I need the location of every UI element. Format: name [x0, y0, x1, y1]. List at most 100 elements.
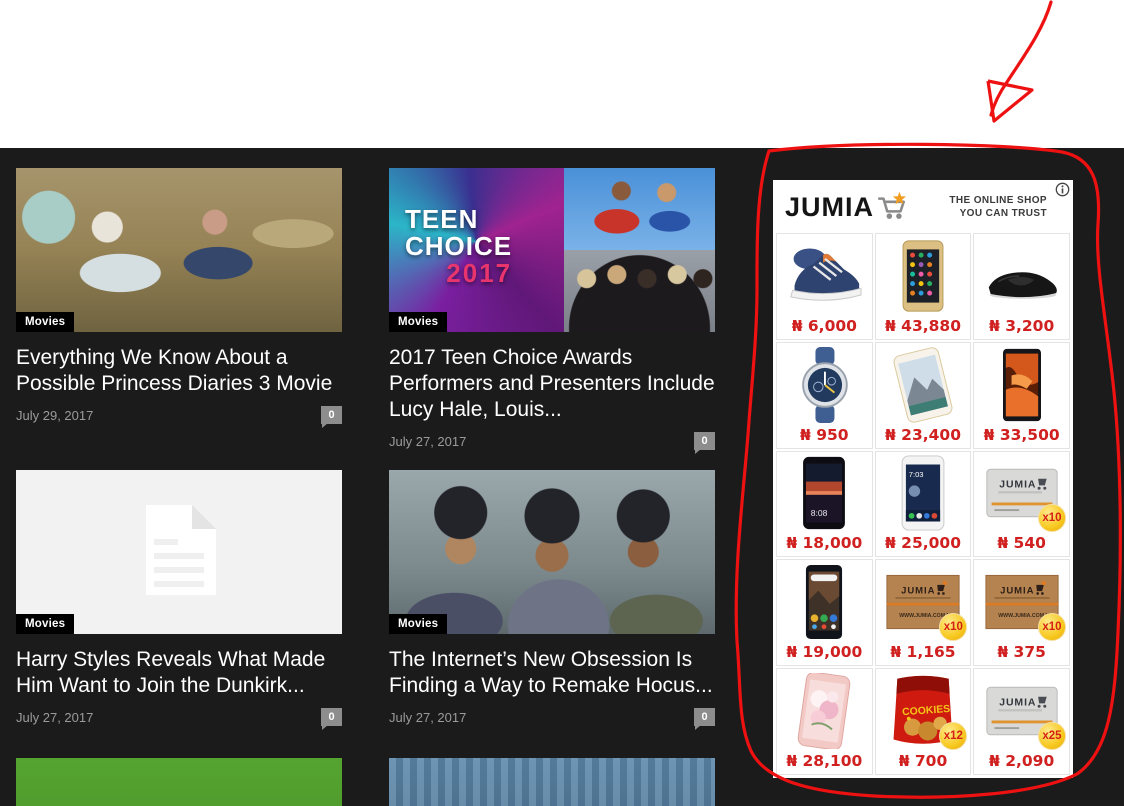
article-card[interactable]: Movies Harry Styles Reveals What Made Him… — [16, 470, 342, 726]
jumia-tagline: THE ONLINE SHOP YOU CAN TRUST — [949, 194, 1047, 220]
news-grid-section: Movies Everything We Know About a Possibl… — [0, 148, 1124, 806]
product-grid: ₦ 6,000 ₦ 43,880 ₦ 3,200 ₦ 950 ₦ 23,400 ₦ 33,… — [776, 233, 1070, 775]
article-card-partial[interactable] — [389, 758, 715, 806]
article-card[interactable]: Movies Everything We Know About a Possibl… — [16, 168, 342, 424]
article-title[interactable]: Everything We Know About a Possible Prin… — [16, 345, 342, 397]
overlay-line: CHOICE — [405, 233, 512, 260]
article-date: July 29, 2017 — [16, 408, 93, 423]
product-price: ₦ 18,000 — [786, 533, 862, 553]
page: Movies Everything We Know About a Possibl… — [0, 0, 1124, 806]
photo-bottom — [564, 250, 715, 332]
teen-choice-title-text: TEENCHOICE2017 — [405, 206, 512, 287]
quantity-badge: x25 — [1038, 722, 1066, 750]
jumia-logo: JUMIA — [785, 190, 909, 225]
product-price: ₦ 28,100 — [786, 751, 862, 771]
category-badge[interactable]: Movies — [16, 614, 74, 634]
article-card[interactable]: TEENCHOICE2017 Movies 2017 Teen Choice Awa… — [389, 168, 715, 450]
svg-text:JUMIA: JUMIA — [999, 697, 1036, 708]
product-cell[interactable]: ₦ 28,100 — [776, 668, 873, 775]
product-price: ₦ 19,000 — [786, 642, 862, 662]
product-price: ₦ 375 — [997, 642, 1046, 662]
product-cell[interactable]: JUMIAWWW.JUMIA.COM.NGx10₦ 1,165 — [875, 559, 972, 666]
article-title[interactable]: 2017 Teen Choice Awards Performers and P… — [389, 345, 715, 423]
product-image-phone-orange — [976, 345, 1067, 425]
teen-choice-artwork: TEENCHOICE2017 — [389, 168, 564, 332]
photo-top — [564, 168, 715, 250]
comment-count-badge[interactable]: 0 — [694, 708, 715, 726]
teen-choice-photos — [564, 168, 715, 332]
overlay-line: TEEN — [405, 206, 512, 233]
product-cell[interactable]: ₦ 3,200 — [973, 233, 1070, 340]
jumia-logo-text: JUMIA — [785, 194, 874, 221]
image-messi-ronaldo-crowd[interactable] — [389, 758, 715, 806]
product-price: ₦ 33,500 — [984, 425, 1060, 445]
article-meta: July 27, 2017 0 — [389, 432, 715, 450]
jumia-ad-panel[interactable]: JUMIA THE ONLINE SHOP YOU CAN TRUST — [773, 180, 1073, 778]
category-badge[interactable]: Movies — [16, 312, 74, 332]
jumia-tagline-line1: THE ONLINE SHOP — [949, 195, 1047, 206]
image-soccer-match[interactable] — [16, 758, 342, 806]
product-image-watch-blue — [779, 345, 870, 425]
product-cell[interactable]: ₦ 19,000 — [776, 559, 873, 666]
info-icon[interactable] — [1055, 182, 1070, 197]
image-hidden-figures-scene[interactable]: Movies — [389, 470, 715, 634]
comment-count-badge[interactable]: 0 — [321, 708, 342, 726]
product-price: ₦ 3,200 — [989, 316, 1054, 336]
product-price: ₦ 950 — [800, 425, 849, 445]
product-price: ₦ 23,400 — [885, 425, 961, 445]
product-cell[interactable]: COOKIESx12₦ 700 — [875, 668, 972, 775]
article-date: July 27, 2017 — [389, 434, 466, 449]
svg-text:JUMIA: JUMIA — [1000, 586, 1034, 597]
article-title[interactable]: The Internet’s New Obsession Is Finding … — [389, 647, 715, 699]
article-date: July 27, 2017 — [389, 710, 466, 725]
article-meta: July 29, 2017 0 — [16, 406, 342, 424]
svg-text:8:08: 8:08 — [811, 508, 828, 518]
product-cell[interactable]: 7:03₦ 25,000 — [875, 451, 972, 558]
image-placeholder-document[interactable]: Movies — [16, 470, 342, 634]
product-price: ₦ 700 — [899, 751, 948, 771]
product-image-phone-black-sunset: 8:08 — [779, 454, 870, 534]
product-image-phone-rosegold — [779, 671, 870, 751]
product-cell[interactable]: JUMIA x25₦ 2,090 — [973, 668, 1070, 775]
overlay-line: 2017 — [405, 260, 512, 287]
product-image-phone-gold — [878, 236, 969, 316]
jumia-ad-header: JUMIA THE ONLINE SHOP YOU CAN TRUST — [773, 180, 1073, 232]
product-image-phone-android — [779, 562, 870, 642]
product-price: ₦ 540 — [997, 533, 1046, 553]
product-cell[interactable]: ₦ 6,000 — [776, 233, 873, 340]
product-cell[interactable]: ₦ 33,500 — [973, 342, 1070, 449]
product-price: ₦ 43,880 — [885, 316, 961, 336]
product-price: ₦ 6,000 — [792, 316, 857, 336]
product-cell[interactable]: 8:08 ₦ 18,000 — [776, 451, 873, 558]
category-badge[interactable]: Movies — [389, 312, 447, 332]
product-price: ₦ 2,090 — [989, 751, 1054, 771]
product-image-jumia-box: JUMIAWWW.JUMIA.COM.NGx10 — [976, 562, 1067, 642]
product-image-jumia-card: JUMIA x25 — [976, 671, 1067, 751]
svg-text:JUMIA: JUMIA — [901, 586, 935, 597]
product-cell[interactable]: JUMIAWWW.JUMIA.COM.NGx10₦ 375 — [973, 559, 1070, 666]
article-meta: July 27, 2017 0 — [16, 708, 342, 726]
product-cell[interactable]: ₦ 23,400 — [875, 342, 972, 449]
image-teen-choice-2017[interactable]: TEENCHOICE2017 Movies — [389, 168, 715, 332]
article-card[interactable]: Movies The Internet’s New Obsession Is Fi… — [389, 470, 715, 726]
jumia-tagline-line2: YOU CAN TRUST — [960, 208, 1047, 219]
quantity-badge: x10 — [1038, 613, 1066, 641]
product-image-cookies-bag: COOKIESx12 — [878, 671, 969, 751]
comment-count-badge[interactable]: 0 — [321, 406, 342, 424]
comment-count-badge[interactable]: 0 — [694, 432, 715, 450]
article-card-partial[interactable] — [16, 758, 342, 806]
article-meta: July 27, 2017 0 — [389, 708, 715, 726]
product-cell[interactable]: JUMIAx10₦ 540 — [973, 451, 1070, 558]
product-cell[interactable]: ₦ 43,880 — [875, 233, 972, 340]
product-image-phone-white-landscape — [878, 345, 969, 425]
top-white-area — [0, 0, 1124, 148]
article-date: July 27, 2017 — [16, 710, 93, 725]
shopping-cart-icon — [875, 190, 909, 225]
image-princess-diaries-scene[interactable]: Movies — [16, 168, 342, 332]
product-cell[interactable]: ₦ 950 — [776, 342, 873, 449]
article-title[interactable]: Harry Styles Reveals What Made Him Want … — [16, 647, 342, 699]
product-image-sneaker-blue — [779, 236, 870, 316]
category-badge[interactable]: Movies — [389, 614, 447, 634]
document-placeholder-icon — [142, 505, 216, 600]
product-image-jumia-card: JUMIAx10 — [976, 454, 1067, 534]
